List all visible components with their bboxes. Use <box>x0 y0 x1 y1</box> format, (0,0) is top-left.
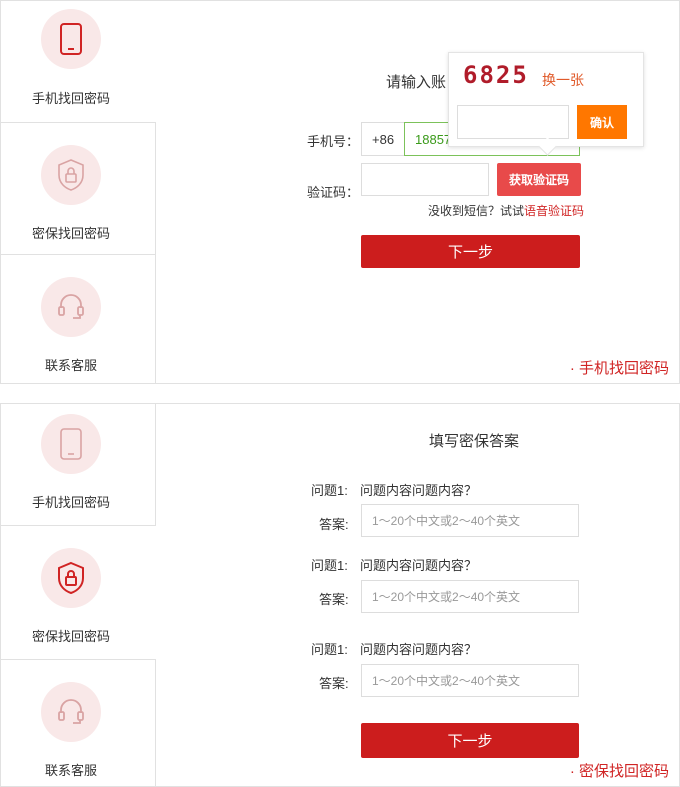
sidebar-item-label: 联系客服 <box>44 763 97 778</box>
phone-icon <box>41 414 101 474</box>
answer-input[interactable]: 1～20个中文或2～40个英文 <box>361 664 579 697</box>
refresh-captcha-link[interactable]: 换一张 <box>542 70 584 90</box>
question-text: 问题内容问题内容？ <box>360 558 478 573</box>
question-label: 问题1: <box>311 558 348 573</box>
panel-caption: · 手机找回密码 <box>569 360 669 377</box>
sms-code-input[interactable] <box>361 163 489 196</box>
answer-label: 答案: <box>319 517 349 532</box>
phone-recovery-panel: 手机找回密码 密保找回密码 联系客服 请输入账 手机号： +86 188578 … <box>0 0 680 384</box>
sidebar-item-security-recovery[interactable]: 密保找回密码 <box>1 122 156 255</box>
panel-caption: · 密保找回密码 <box>569 763 669 780</box>
next-button[interactable]: 下一步 <box>361 235 580 268</box>
sidebar-item-contact-support[interactable]: 联系客服 <box>1 255 156 384</box>
page-title: 填写密保答案 <box>429 433 520 450</box>
answer-label: 答案: <box>319 592 349 607</box>
phone-icon <box>41 9 101 69</box>
sidebar-item-label: 联系客服 <box>44 358 97 373</box>
shield-lock-icon <box>41 145 101 205</box>
page-title: 请输入账 <box>386 74 447 91</box>
sidebar-item-phone-recovery[interactable]: 手机找回密码 <box>1 404 156 526</box>
question-label: 问题1: <box>311 642 348 657</box>
voice-code-link[interactable]: 语音验证码 <box>524 204 584 218</box>
no-sms-hint: 没收到短信？试试语音验证码 <box>428 202 584 219</box>
security-question-panel: 手机找回密码 密保找回密码 联系客服 填写密保答案 问题1: 问题内容问题内容？… <box>0 403 680 787</box>
answer-input[interactable]: 1～20个中文或2～40个英文 <box>361 580 579 613</box>
sidebar-item-label: 手机找回密码 <box>31 495 110 510</box>
sidebar-item-security-recovery[interactable]: 密保找回密码 <box>1 526 156 659</box>
shield-lock-icon <box>41 548 101 608</box>
sidebar: 手机找回密码 密保找回密码 联系客服 <box>1 1 156 384</box>
captcha-input[interactable] <box>457 105 569 139</box>
headset-icon <box>41 682 101 742</box>
sidebar-item-phone-recovery[interactable]: 手机找回密码 <box>1 1 156 134</box>
next-button[interactable]: 下一步 <box>361 723 579 758</box>
captcha-confirm-button[interactable]: 确认 <box>577 105 627 139</box>
question-label: 问题1: <box>311 483 348 498</box>
headset-icon <box>41 277 101 337</box>
captcha-popup: 6825 换一张 确认 <box>448 52 644 147</box>
captcha-image: 6825 <box>463 61 529 89</box>
answer-label: 答案: <box>319 676 349 691</box>
country-code-select[interactable]: +86 <box>361 122 405 156</box>
answer-input[interactable]: 1～20个中文或2～40个英文 <box>361 504 579 537</box>
sidebar: 手机找回密码 密保找回密码 联系客服 <box>1 404 156 787</box>
sidebar-item-label: 密保找回密码 <box>31 629 110 644</box>
get-code-button[interactable]: 获取验证码 <box>497 163 581 196</box>
question-text: 问题内容问题内容？ <box>360 483 478 498</box>
question-text: 问题内容问题内容？ <box>360 642 478 657</box>
phone-label: 手机号： <box>307 134 360 149</box>
no-sms-text: 没收到短信？试试 <box>428 204 525 218</box>
sidebar-item-label: 手机找回密码 <box>31 91 110 106</box>
sidebar-item-label: 密保找回密码 <box>31 226 110 241</box>
sidebar-item-contact-support[interactable]: 联系客服 <box>1 659 156 787</box>
code-label: 验证码： <box>307 185 360 200</box>
